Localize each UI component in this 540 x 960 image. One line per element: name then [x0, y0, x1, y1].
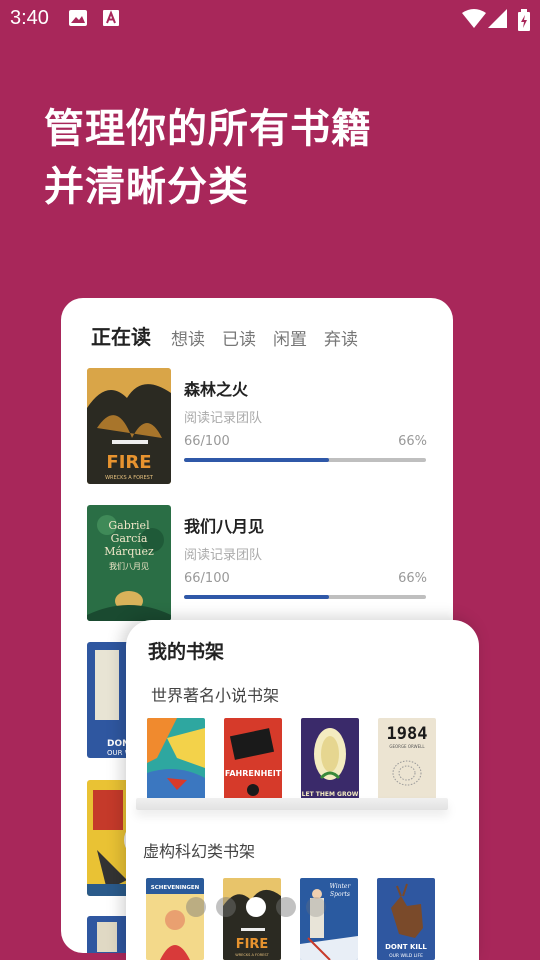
image-notification-icon: [68, 9, 88, 27]
cover-author-line3: Márquez: [104, 545, 154, 558]
book-author: 阅读记录团队: [184, 548, 263, 563]
shelf-book-let-them-grow[interactable]: LET THEM GROW: [301, 718, 359, 800]
app-notification-icon: [102, 9, 120, 27]
cover-dont-kill-line2: OUR WILD LIFE: [389, 953, 423, 959]
status-time: 3:40: [10, 7, 49, 29]
cover-author-line1: Gabriel: [108, 519, 150, 532]
shelf-book-scheveningen[interactable]: SCHEVENINGEN: [146, 878, 204, 960]
book-progress-percent: 66%: [398, 571, 427, 586]
reading-status-tabs: 正在读 想读 已读 闲置 弃读: [91, 320, 375, 350]
page-dot-1[interactable]: [186, 897, 206, 917]
cover-fire-text: FIRE: [106, 452, 151, 473]
onboarding-page-indicator: [186, 897, 326, 917]
book-author: 阅读记录团队: [184, 411, 263, 426]
headline-line-1: 管理你的所有书籍: [44, 106, 372, 152]
cover-fire-subtext: WRECKS A FOREST: [105, 475, 154, 481]
shelf-book-landscape[interactable]: [147, 718, 205, 800]
battery-charging-icon: [518, 9, 530, 31]
page-dot-5[interactable]: [306, 897, 326, 917]
page-dot-2[interactable]: [216, 897, 236, 917]
shelf-name-world-novels[interactable]: 世界著名小说书架: [151, 682, 279, 706]
progress-bar-fill: [184, 458, 330, 462]
headline-line-2: 并清晰分类: [44, 164, 249, 210]
book-cover-fire: FIRE WRECKS A FOREST: [87, 368, 171, 484]
cellular-signal-icon: [488, 9, 508, 29]
status-bar: 3:40: [0, 0, 540, 36]
tab-read[interactable]: 已读: [222, 325, 256, 350]
book-progress-count: 66/100: [184, 434, 230, 449]
cover-dont-kill-line1: DONT KILL: [385, 943, 427, 951]
shelf-book-fire[interactable]: FIRE WRECKS A FOREST: [223, 878, 281, 960]
cover-scheveningen-text: SCHEVENINGEN: [151, 885, 200, 891]
shelf-book-winter-sports[interactable]: Winter Sports: [300, 878, 358, 960]
book-progress-bar: [184, 595, 426, 599]
tab-want-to-read[interactable]: 想读: [171, 325, 205, 350]
shelf-book-dont-kill[interactable]: DONT KILL OUR WILD LIFE: [377, 878, 435, 960]
bookshelf-title: 我的书架: [148, 641, 225, 663]
tab-idle[interactable]: 闲置: [273, 325, 307, 350]
book-title: 我们八月见: [184, 517, 265, 536]
page-dot-3-active[interactable]: [246, 897, 266, 917]
cover-fahrenheit-text: FAHRENHEIT: [225, 769, 282, 778]
tab-reading[interactable]: 正在读: [91, 321, 151, 350]
book-progress-count: 66/100: [184, 571, 230, 586]
book-row-forest-fire[interactable]: FIRE WRECKS A FOREST 森林之火 阅读记录团队 66/100 …: [87, 368, 427, 486]
cover-fire-text-small: FIRE: [236, 937, 269, 952]
cover-author-line2: García: [111, 532, 148, 545]
cover-winter-line1: Winter: [330, 883, 352, 890]
page-dot-4[interactable]: [276, 897, 296, 917]
cover-1984-author: GEORGE ORWELL: [389, 744, 425, 749]
shelf-book-1984[interactable]: 1984 GEORGE ORWELL: [378, 718, 436, 800]
headline: 管理你的所有书籍 并清晰分类: [44, 100, 372, 216]
shelf-name-sci-fi[interactable]: 虚构科幻类书架: [143, 838, 255, 862]
progress-bar-fill: [184, 595, 330, 599]
book-title: 森林之火: [184, 380, 249, 399]
book-cover-marquez: Gabriel García Márquez 我们八月见: [87, 505, 171, 621]
shelf-book-fahrenheit[interactable]: FAHRENHEIT: [224, 718, 282, 800]
cover-winter-line2: Sports: [330, 891, 350, 898]
book-progress-bar: [184, 458, 426, 462]
cover-1984-title: 1984: [387, 724, 428, 744]
book-row-see-you-in-august[interactable]: Gabriel García Márquez 我们八月见 我们八月见 阅读记录团…: [87, 505, 427, 623]
shelf-board: [136, 798, 448, 810]
wifi-icon: [462, 9, 486, 29]
book-progress-percent: 66%: [398, 434, 427, 449]
cover-let-them-grow-text: LET THEM GROW: [302, 791, 359, 798]
cover-fire-subtext-small: WRECKS A FOREST: [235, 953, 269, 957]
cover-cn-title: 我们八月见: [109, 561, 149, 571]
tab-abandoned[interactable]: 弃读: [324, 325, 358, 350]
